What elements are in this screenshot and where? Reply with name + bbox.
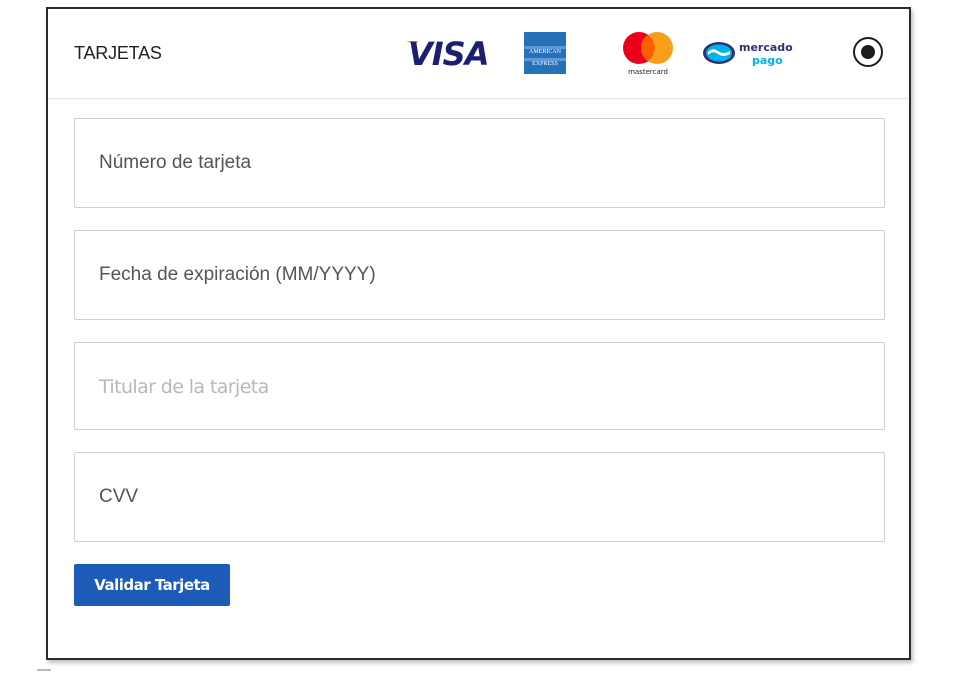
mastercard-logo-icon: mastercard [623,32,673,76]
mercadopago-logo-text-top: mercado [739,41,793,54]
expiry-date-value: Fecha de expiración (MM/YYYY) [99,264,376,285]
card-holder-field[interactable]: Titular de la tarjeta [74,342,885,430]
divider [37,669,51,671]
visa-logo-icon: VISA [406,35,489,69]
card-number-value: Número de tarjeta [99,152,252,173]
expiry-date-field[interactable]: Fecha de expiración (MM/YYYY) [74,230,885,320]
payment-method-title: TARJETAS [74,43,162,63]
validate-card-button[interactable]: Validar Tarjeta [74,564,230,606]
mercadopago-logo-text-bottom: pago [752,54,783,67]
mastercard-logo-text: mastercard [628,68,668,76]
cvv-field[interactable]: CVV [74,452,885,542]
payment-method-header[interactable]: TARJETAS VISA AMERICAN EXPRESS mastercar… [48,9,909,99]
card-number-field[interactable]: Número de tarjeta [74,118,885,208]
payment-method-radio[interactable] [853,37,883,67]
mercadopago-logo-icon: mercado pago [703,41,793,67]
cvv-value: CVV [99,486,139,507]
amex-logo-text-bottom: EXPRESS [532,61,558,67]
visa-logo-text: VISA [408,35,488,69]
card-holder-placeholder: Titular de la tarjeta [99,376,269,398]
payment-card-panel: TARJETAS VISA AMERICAN EXPRESS mastercar… [46,7,911,660]
amex-logo-text-top: AMERICAN [529,49,562,55]
radio-selected-dot [861,45,875,59]
amex-logo-icon: AMERICAN EXPRESS [524,32,566,74]
